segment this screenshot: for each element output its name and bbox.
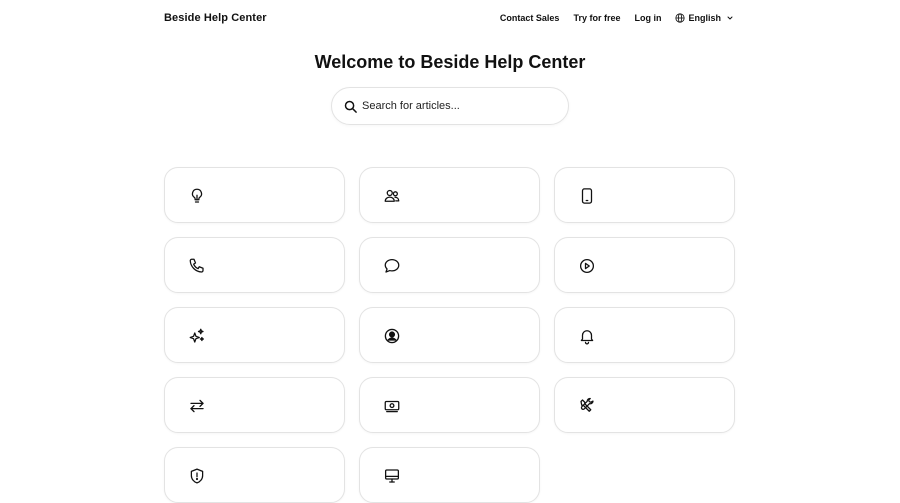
phone-call-icon [188,257,206,275]
sparkles-icon [188,327,206,345]
users-icon [383,187,401,205]
phone-device-icon [578,187,596,205]
lightbulb-icon [188,187,206,205]
top-header: Beside Help Center Contact Sales Try for… [0,0,900,38]
category-card[interactable] [359,447,540,503]
search-input[interactable] [362,100,552,112]
page-title: Welcome to Beside Help Center [314,52,586,72]
category-card[interactable] [359,167,540,223]
category-card[interactable] [164,447,345,503]
category-card[interactable] [554,237,735,293]
category-card[interactable] [164,307,345,363]
tools-icon [578,397,596,415]
chevron-down-icon [727,16,733,20]
category-card[interactable] [359,237,540,293]
globe-icon [675,13,686,23]
user-circle-icon [383,327,401,345]
category-grid [164,167,736,503]
category-card[interactable] [164,167,345,223]
language-selector[interactable]: English [675,13,734,23]
contact-sales-link[interactable]: Contact Sales [500,13,560,23]
play-circle-icon [578,257,596,275]
language-label: English [688,13,721,23]
chat-bubble-icon [383,257,401,275]
top-nav: Contact Sales Try for free Log in Englis… [500,13,734,23]
arrows-exchange-icon [188,397,206,415]
brand-link[interactable]: Beside Help Center [164,12,267,24]
try-for-free-link[interactable]: Try for free [573,13,620,23]
search-box[interactable] [331,87,569,125]
category-card[interactable] [554,307,735,363]
category-card[interactable] [164,377,345,433]
category-card[interactable] [554,167,735,223]
shield-icon [188,467,206,485]
search-icon [344,100,357,113]
category-card[interactable] [359,307,540,363]
category-card[interactable] [164,237,345,293]
bell-icon [578,327,596,345]
category-card[interactable] [359,377,540,433]
category-card[interactable] [554,377,735,433]
log-in-link[interactable]: Log in [634,13,661,23]
computer-icon [383,467,401,485]
money-icon [383,397,401,415]
